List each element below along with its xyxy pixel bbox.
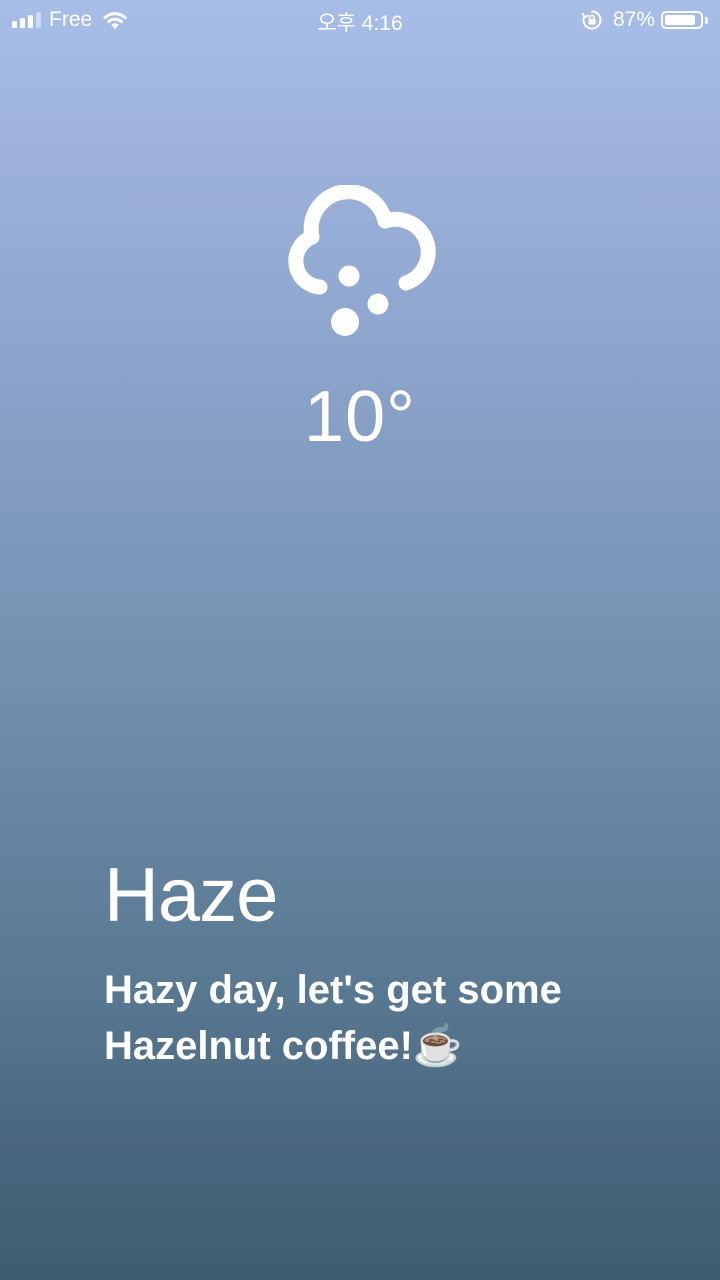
weather-condition: Haze	[104, 853, 278, 938]
haze-cloud-icon	[288, 185, 436, 336]
weather-message: Hazy day, let's get some Hazelnut coffee…	[104, 968, 562, 1068]
battery-icon	[661, 11, 703, 29]
battery-percent: 87%	[612, 8, 655, 31]
temperature: 10°	[304, 377, 416, 457]
status-right: 87%	[581, 8, 708, 32]
battery-level	[665, 15, 695, 25]
rotation-lock-icon	[581, 10, 602, 30]
battery-cap	[705, 16, 708, 24]
status-bar: Free 오후 4:16 87%	[0, 0, 720, 40]
